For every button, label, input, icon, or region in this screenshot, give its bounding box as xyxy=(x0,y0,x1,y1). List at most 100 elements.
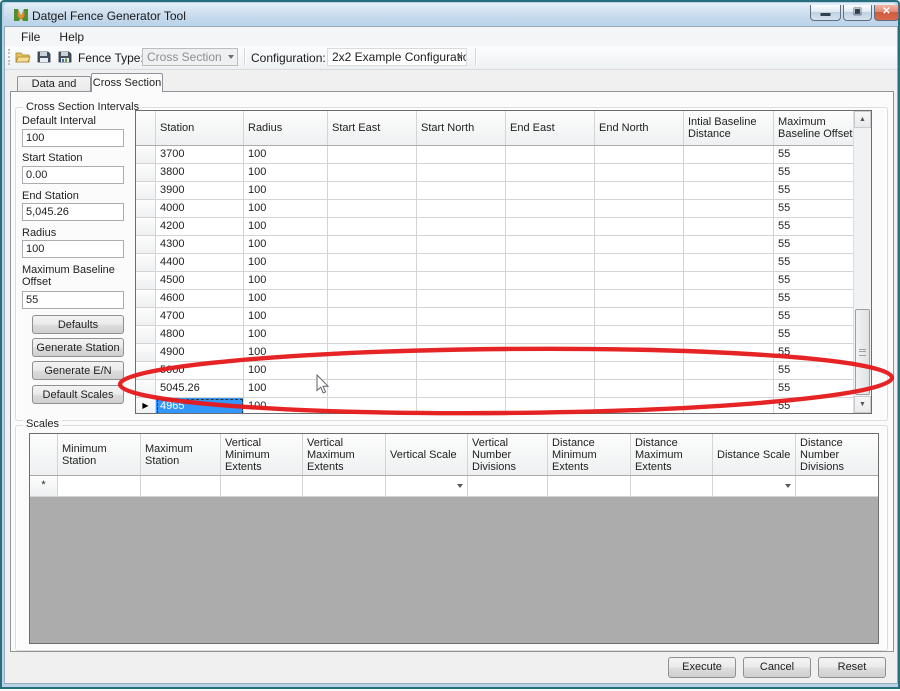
cell-start-east[interactable] xyxy=(328,146,417,163)
cell-end-north[interactable] xyxy=(595,164,684,181)
cell-distance-scale[interactable] xyxy=(713,476,796,496)
maximize-button[interactable]: ▣ xyxy=(843,5,872,21)
cell-initial-baseline-distance[interactable] xyxy=(684,254,774,271)
row-indicator[interactable] xyxy=(136,290,156,307)
cancel-button[interactable]: Cancel xyxy=(743,657,811,678)
cell-station[interactable]: 4400 xyxy=(156,254,244,271)
table-row[interactable]: 420010055 xyxy=(136,218,871,236)
cell-station[interactable]: 4300 xyxy=(156,236,244,253)
col-header-minimum-station[interactable]: Minimum Station xyxy=(58,434,141,475)
col-header-start-north[interactable]: Start North xyxy=(417,111,506,145)
row-indicator[interactable] xyxy=(136,182,156,199)
scrollbar-thumb[interactable] xyxy=(855,309,870,395)
cell-initial-baseline-distance[interactable] xyxy=(684,344,774,361)
cell-end-east[interactable] xyxy=(506,362,595,379)
row-indicator[interactable] xyxy=(136,236,156,253)
cell-radius[interactable]: 100 xyxy=(244,308,328,325)
configuration-combo[interactable]: 2x2 Example Configuration xyxy=(327,48,467,66)
cell-max-baseline-offset[interactable]: 55 xyxy=(774,182,853,199)
cell-initial-baseline-distance[interactable] xyxy=(684,236,774,253)
cell-radius[interactable]: 100 xyxy=(244,146,328,163)
toolbar-grip[interactable] xyxy=(8,49,10,65)
cell-max-baseline-offset[interactable]: 55 xyxy=(774,164,853,181)
cell-start-north[interactable] xyxy=(417,290,506,307)
table-row[interactable]: ▶496510055 xyxy=(136,398,871,414)
max-baseline-offset-field[interactable]: 55 xyxy=(22,291,124,309)
cell-radius[interactable]: 100 xyxy=(244,218,328,235)
cell-distance-minimum-extents[interactable] xyxy=(548,476,631,496)
cell-end-east[interactable] xyxy=(506,146,595,163)
cell-station[interactable]: 4600 xyxy=(156,290,244,307)
scroll-down-button[interactable]: ▼ xyxy=(854,396,871,413)
cell-radius[interactable]: 100 xyxy=(244,326,328,343)
title-bar[interactable]: Datgel Fence Generator Tool ▬ ▣ ✕ xyxy=(4,3,896,27)
cell-start-north[interactable] xyxy=(417,236,506,253)
save-icon[interactable] xyxy=(36,49,52,65)
table-row[interactable]: 500010055 xyxy=(136,362,871,380)
start-station-field[interactable]: 0.00 xyxy=(22,166,124,184)
cell-start-east[interactable] xyxy=(328,308,417,325)
cell-end-north[interactable] xyxy=(595,182,684,199)
cell-max-baseline-offset[interactable]: 55 xyxy=(774,362,853,379)
table-row[interactable]: 4300100 55 xyxy=(136,236,871,254)
col-header-station[interactable]: Station xyxy=(156,111,244,145)
cell-end-north[interactable] xyxy=(595,236,684,253)
defaults-button[interactable]: Defaults xyxy=(32,315,124,334)
cell-initial-baseline-distance[interactable] xyxy=(684,146,774,163)
cell-radius[interactable]: 100 xyxy=(244,344,328,361)
cell-distance-maximum-extents[interactable] xyxy=(631,476,713,496)
cell-start-north[interactable] xyxy=(417,380,506,397)
cell-start-north[interactable] xyxy=(417,254,506,271)
table-row[interactable]: 370010055 xyxy=(136,146,871,164)
cell-end-north[interactable] xyxy=(595,254,684,271)
row-indicator[interactable] xyxy=(136,326,156,343)
cell-vertical-scale[interactable] xyxy=(386,476,468,496)
cell-end-east[interactable] xyxy=(506,326,595,343)
cell-end-north[interactable] xyxy=(595,308,684,325)
cell-vertical-minimum-extents[interactable] xyxy=(221,476,303,496)
cell-radius[interactable]: 100 xyxy=(244,398,328,414)
cell-initial-baseline-distance[interactable] xyxy=(684,308,774,325)
cell-max-baseline-offset[interactable]: 55 xyxy=(774,272,853,289)
cell-station[interactable]: 4000 xyxy=(156,200,244,217)
table-row[interactable]: 480010055 xyxy=(136,326,871,344)
cell-end-north[interactable] xyxy=(595,290,684,307)
close-button[interactable]: ✕ xyxy=(874,5,899,21)
cell-initial-baseline-distance[interactable] xyxy=(684,290,774,307)
row-indicator[interactable] xyxy=(136,344,156,361)
cell-start-east[interactable] xyxy=(328,362,417,379)
cell-station[interactable]: 3900 xyxy=(156,182,244,199)
row-indicator[interactable] xyxy=(136,254,156,271)
table-row[interactable]: 380010055 xyxy=(136,164,871,182)
cell-initial-baseline-distance[interactable] xyxy=(684,218,774,235)
generate-en-button[interactable]: Generate E/N xyxy=(32,361,124,380)
cell-start-east[interactable] xyxy=(328,254,417,271)
table-row[interactable]: 490010055 xyxy=(136,344,871,362)
cell-station[interactable]: 4700 xyxy=(156,308,244,325)
cell-station[interactable]: 4200 xyxy=(156,218,244,235)
col-header-initial-baseline-distance[interactable]: Intial Baseline Distance xyxy=(684,111,774,145)
cell-initial-baseline-distance[interactable] xyxy=(684,272,774,289)
col-header-end-east[interactable]: End East xyxy=(506,111,595,145)
cell-station[interactable]: 4500 xyxy=(156,272,244,289)
table-row[interactable]: 390010055 xyxy=(136,182,871,200)
end-station-field[interactable]: 5,045.26 xyxy=(22,203,124,221)
cell-initial-baseline-distance[interactable] xyxy=(684,380,774,397)
cell-start-north[interactable] xyxy=(417,308,506,325)
cell-max-baseline-offset[interactable]: 55 xyxy=(774,236,853,253)
cell-start-north[interactable] xyxy=(417,200,506,217)
cell-radius[interactable]: 100 xyxy=(244,200,328,217)
cell-end-north[interactable] xyxy=(595,272,684,289)
execute-button[interactable]: Execute xyxy=(668,657,736,678)
default-interval-field[interactable]: 100 xyxy=(22,129,124,147)
cell-initial-baseline-distance[interactable] xyxy=(684,326,774,343)
cell-radius[interactable]: 100 xyxy=(244,236,328,253)
cell-start-east[interactable] xyxy=(328,380,417,397)
col-header-radius[interactable]: Radius xyxy=(244,111,328,145)
cell-radius[interactable]: 100 xyxy=(244,254,328,271)
cell-start-north[interactable] xyxy=(417,218,506,235)
cell-station[interactable]: 5045.26 xyxy=(156,380,244,397)
menu-help[interactable]: Help xyxy=(51,27,92,44)
cell-start-east[interactable] xyxy=(328,272,417,289)
menu-file[interactable]: File xyxy=(13,27,48,44)
